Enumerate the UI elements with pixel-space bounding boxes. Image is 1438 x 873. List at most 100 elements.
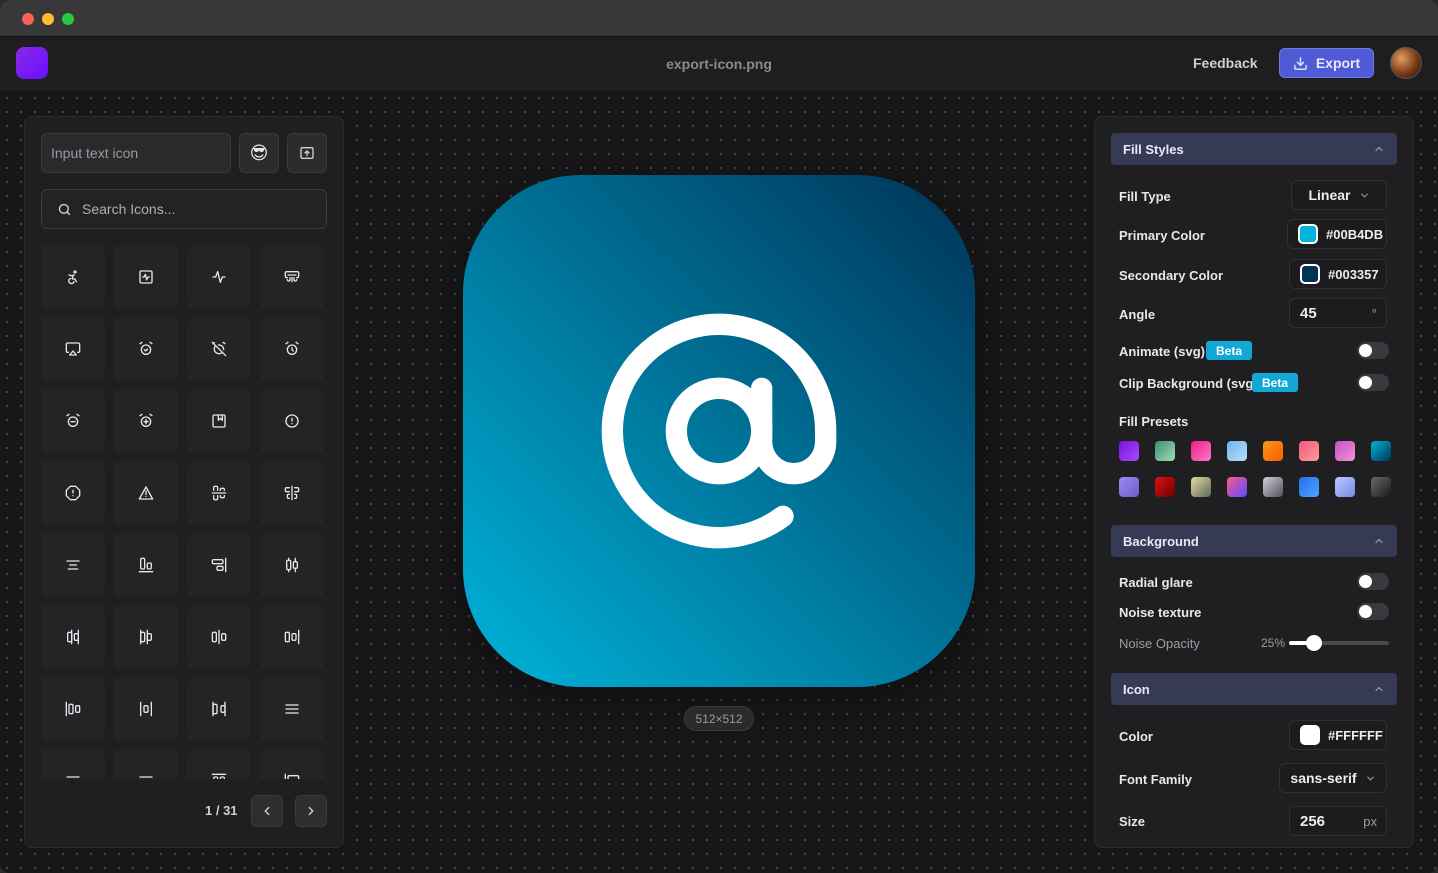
icon-grid-cell[interactable] — [114, 749, 178, 779]
font-family-select[interactable]: sans-serif — [1279, 763, 1387, 793]
animate-svg-toggle[interactable] — [1357, 342, 1389, 359]
fill-styles-section-header[interactable]: Fill Styles — [1111, 133, 1397, 165]
icon-grid-cell[interactable] — [260, 677, 324, 741]
align-center-icon — [66, 560, 80, 570]
icon-grid-cell[interactable] — [260, 389, 324, 453]
icon-search[interactable] — [41, 189, 327, 229]
icon-preview — [463, 175, 975, 687]
icon-grid-cell[interactable] — [41, 245, 105, 309]
noise-texture-toggle[interactable] — [1357, 603, 1389, 620]
icon-grid-cell[interactable] — [41, 605, 105, 669]
settings-panel: Fill Styles Fill Type Linear Primary Col… — [1094, 116, 1414, 848]
icon-grid-cell[interactable] — [41, 533, 105, 597]
icon-grid-cell[interactable] — [114, 677, 178, 741]
angle-label: Angle — [1119, 307, 1156, 322]
fill-preset-swatch[interactable] — [1155, 477, 1175, 497]
icon-grid-cell[interactable] — [187, 389, 251, 453]
secondary-color-picker[interactable]: #003357 — [1289, 259, 1387, 289]
export-button[interactable]: Export — [1279, 48, 1374, 78]
background-section-header[interactable]: Background — [1111, 525, 1397, 557]
icon-grid-cell[interactable] — [260, 533, 324, 597]
fill-preset-swatch[interactable] — [1371, 441, 1391, 461]
icon-grid-cell[interactable] — [260, 461, 324, 525]
icon-color-picker[interactable]: #FFFFFF — [1289, 720, 1387, 750]
icon-grid-cell[interactable] — [187, 605, 251, 669]
angle-input[interactable]: 45 ° — [1289, 298, 1387, 328]
radial-glare-toggle[interactable] — [1357, 573, 1389, 590]
icon-grid-cell[interactable] — [187, 677, 251, 741]
icon-grid-cell[interactable] — [114, 605, 178, 669]
icon-grid-cell[interactable] — [187, 461, 251, 525]
icon-size-input[interactable]: 256 px — [1289, 806, 1387, 836]
icon-grid-cell[interactable] — [114, 461, 178, 525]
air-vent-icon — [284, 271, 300, 283]
folder-upload-icon — [300, 147, 314, 159]
align-left-icon — [66, 776, 80, 778]
icon-grid-cell[interactable] — [187, 245, 251, 309]
upload-image-button[interactable] — [287, 133, 327, 173]
fill-preset-swatch[interactable] — [1155, 441, 1175, 461]
icon-grid-cell[interactable] — [260, 317, 324, 381]
alert-triangle-icon — [138, 486, 154, 500]
animate-beta-badge: Beta — [1206, 341, 1253, 360]
icon-grid-cell[interactable] — [260, 245, 324, 309]
clip-background-toggle[interactable] — [1357, 374, 1389, 391]
fill-type-select[interactable]: Linear — [1291, 180, 1387, 210]
minimize-window-button[interactable] — [42, 13, 54, 25]
icon-grid-cell[interactable] — [41, 389, 105, 453]
fill-preset-swatch[interactable] — [1335, 441, 1355, 461]
icon-picker-panel: 😎 1 / 31 — [24, 116, 344, 848]
noise-opacity-slider[interactable] — [1289, 635, 1389, 651]
fill-preset-swatch[interactable] — [1263, 441, 1283, 461]
airplay-icon — [65, 342, 81, 356]
maximize-window-button[interactable] — [62, 13, 74, 25]
close-window-button[interactable] — [22, 13, 34, 25]
icon-grid-cell[interactable] — [260, 749, 324, 779]
noise-opacity-value: 25% — [1261, 636, 1286, 650]
fill-type-label: Fill Type — [1119, 189, 1171, 204]
fill-preset-swatch[interactable] — [1119, 477, 1139, 497]
emoji-picker-button[interactable]: 😎 — [239, 133, 279, 173]
icon-grid-cell[interactable] — [187, 533, 251, 597]
icon-grid-cell[interactable] — [187, 749, 251, 779]
icon-grid-cell[interactable] — [41, 677, 105, 741]
alert-circle-icon — [285, 414, 299, 428]
align-justify-icon — [285, 704, 299, 714]
alarm-minus-icon — [66, 413, 80, 427]
icon-grid-cell[interactable] — [41, 461, 105, 525]
fill-preset-swatch[interactable] — [1227, 477, 1247, 497]
icon-grid-cell[interactable] — [187, 317, 251, 381]
previous-page-button[interactable] — [251, 795, 283, 827]
fill-preset-swatch[interactable] — [1227, 441, 1247, 461]
icon-grid-cell[interactable] — [41, 749, 105, 779]
icon-grid-cell[interactable] — [260, 605, 324, 669]
fill-type-value: Linear — [1308, 187, 1351, 203]
at-sign-icon — [601, 313, 837, 549]
icon-section-header[interactable]: Icon — [1111, 673, 1397, 705]
icon-color-swatch — [1300, 725, 1320, 745]
noise-opacity-thumb[interactable] — [1306, 635, 1322, 651]
fill-preset-swatch[interactable] — [1119, 441, 1139, 461]
next-page-button[interactable] — [295, 795, 327, 827]
icon-grid-cell[interactable] — [114, 533, 178, 597]
alert-octagon-icon — [65, 485, 81, 501]
icon-grid-cell[interactable] — [41, 317, 105, 381]
search-input[interactable] — [82, 201, 312, 217]
fill-preset-swatch[interactable] — [1191, 477, 1211, 497]
fill-preset-swatch[interactable] — [1299, 441, 1319, 461]
icon-grid-cell[interactable] — [114, 245, 178, 309]
icon-grid-cell[interactable] — [114, 317, 178, 381]
angle-unit: ° — [1371, 305, 1377, 321]
primary-color-picker[interactable]: #00B4DB — [1287, 219, 1387, 249]
alarm-check-icon — [139, 341, 153, 355]
feedback-link[interactable]: Feedback — [1193, 55, 1258, 71]
user-avatar[interactable] — [1390, 47, 1422, 79]
fill-preset-swatch[interactable] — [1191, 441, 1211, 461]
app-window: export-icon.png Feedback Export 😎 1 / 31 — [0, 0, 1438, 873]
icon-grid-cell[interactable] — [114, 389, 178, 453]
fill-preset-swatch[interactable] — [1335, 477, 1355, 497]
fill-preset-swatch[interactable] — [1263, 477, 1283, 497]
fill-preset-swatch[interactable] — [1299, 477, 1319, 497]
fill-preset-swatch[interactable] — [1371, 477, 1391, 497]
text-icon-input[interactable] — [41, 133, 231, 173]
